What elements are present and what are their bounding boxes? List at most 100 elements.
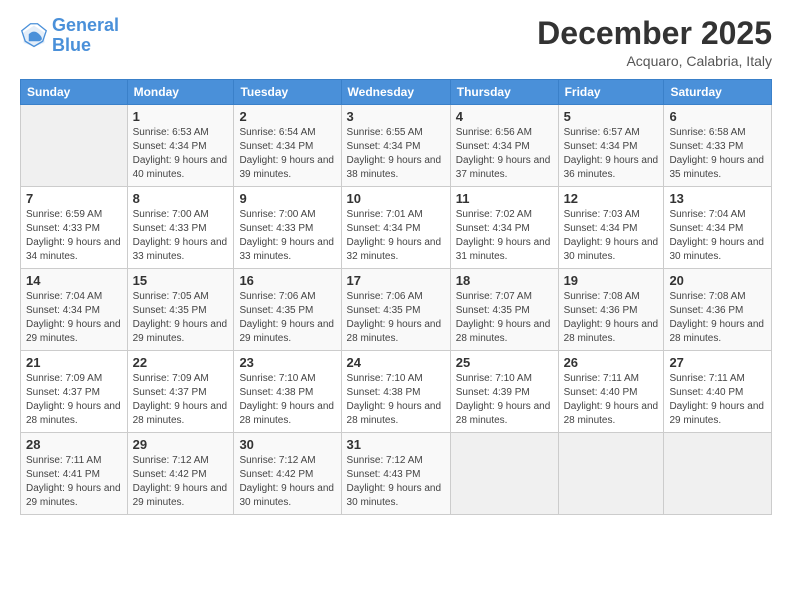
calendar-cell <box>558 433 664 515</box>
calendar-cell: 24Sunrise: 7:10 AMSunset: 4:38 PMDayligh… <box>341 351 450 433</box>
calendar-cell: 27Sunrise: 7:11 AMSunset: 4:40 PMDayligh… <box>664 351 772 433</box>
calendar-cell: 2Sunrise: 6:54 AMSunset: 4:34 PMDaylight… <box>234 105 341 187</box>
calendar-cell: 25 Sunrise: 7:10 AMSunset: 4:39 PMDayligh… <box>450 351 558 433</box>
calendar-cell: 15 Sunrise: 7:05 AMSunset: 4:35 PMDayligh… <box>127 269 234 351</box>
day-number: 19 <box>564 273 659 288</box>
col-monday: Monday <box>127 80 234 105</box>
calendar-cell: 23Sunrise: 7:10 AMSunset: 4:38 PMDayligh… <box>234 351 341 433</box>
logo: General Blue <box>20 16 119 56</box>
calendar-header-row: Sunday Monday Tuesday Wednesday Thursday… <box>21 80 772 105</box>
calendar-cell: 9Sunrise: 7:00 AMSunset: 4:33 PMDaylight… <box>234 187 341 269</box>
day-info: Sunrise: 7:10 AMSunset: 4:39 PMDaylight:… <box>456 372 553 428</box>
col-wednesday: Wednesday <box>341 80 450 105</box>
col-tuesday: Tuesday <box>234 80 341 105</box>
day-info: Sunrise: 7:02 AMSunset: 4:34 PMDaylight:… <box>456 208 553 264</box>
day-info: Sunrise: 7:08 AMSunset: 4:36 PMDaylight:… <box>669 290 766 346</box>
day-number: 3 <box>347 109 445 124</box>
calendar-cell: 22 Sunrise: 7:09 AMSunset: 4:37 PMDayligh… <box>127 351 234 433</box>
day-info: Sunrise: 7:11 AMSunset: 4:41 PMDaylight:… <box>26 454 122 510</box>
day-info: Sunrise: 7:03 AMSunset: 4:34 PMDaylight:… <box>564 208 659 264</box>
calendar-cell: 14 Sunrise: 7:04 AMSunset: 4:34 PMDayligh… <box>21 269 128 351</box>
day-number: 24 <box>347 355 445 370</box>
day-number: 11 <box>456 191 553 206</box>
day-number: 6 <box>669 109 766 124</box>
col-sunday: Sunday <box>21 80 128 105</box>
calendar-week-4: 21 Sunrise: 7:09 AMSunset: 4:37 PMDayligh… <box>21 351 772 433</box>
month-title: December 2025 <box>537 16 772 51</box>
day-info: Sunrise: 7:08 AMSunset: 4:36 PMDaylight:… <box>564 290 659 346</box>
calendar-week-5: 28 Sunrise: 7:11 AMSunset: 4:41 PMDayligh… <box>21 433 772 515</box>
day-info: Sunrise: 7:11 AMSunset: 4:40 PMDaylight:… <box>669 372 766 428</box>
calendar-week-3: 14 Sunrise: 7:04 AMSunset: 4:34 PMDayligh… <box>21 269 772 351</box>
calendar-cell: 7 Sunrise: 6:59 AMSunset: 4:33 PMDaylight… <box>21 187 128 269</box>
calendar-cell: 11 Sunrise: 7:02 AMSunset: 4:34 PMDayligh… <box>450 187 558 269</box>
day-info: Sunrise: 7:01 AMSunset: 4:34 PMDaylight:… <box>347 208 445 264</box>
calendar-week-2: 7 Sunrise: 6:59 AMSunset: 4:33 PMDaylight… <box>21 187 772 269</box>
day-number: 13 <box>669 191 766 206</box>
logo-text: General Blue <box>52 16 119 56</box>
day-info: Sunrise: 7:05 AMSunset: 4:35 PMDaylight:… <box>133 290 229 346</box>
day-number: 30 <box>239 437 335 452</box>
day-number: 25 <box>456 355 553 370</box>
day-number: 21 <box>26 355 122 370</box>
day-info: Sunrise: 7:11 AMSunset: 4:40 PMDaylight:… <box>564 372 659 428</box>
col-friday: Friday <box>558 80 664 105</box>
day-info: Sunrise: 7:00 AMSunset: 4:33 PMDaylight:… <box>239 208 335 264</box>
day-info: Sunrise: 6:56 AMSunset: 4:34 PMDaylight:… <box>456 126 553 182</box>
calendar-cell: 30 Sunrise: 7:12 AMSunset: 4:42 PMDayligh… <box>234 433 341 515</box>
calendar-cell: 17Sunrise: 7:06 AMSunset: 4:35 PMDayligh… <box>341 269 450 351</box>
logo-line1: General <box>52 15 119 35</box>
day-info: Sunrise: 7:04 AMSunset: 4:34 PMDaylight:… <box>26 290 122 346</box>
day-info: Sunrise: 6:54 AMSunset: 4:34 PMDaylight:… <box>239 126 335 182</box>
day-number: 15 <box>133 273 229 288</box>
day-number: 28 <box>26 437 122 452</box>
calendar-cell: 31 Sunrise: 7:12 AMSunset: 4:43 PMDayligh… <box>341 433 450 515</box>
day-info: Sunrise: 6:58 AMSunset: 4:33 PMDaylight:… <box>669 126 766 182</box>
calendar-cell: 1Sunrise: 6:53 AMSunset: 4:34 PMDaylight… <box>127 105 234 187</box>
day-info: Sunrise: 6:57 AMSunset: 4:34 PMDaylight:… <box>564 126 659 182</box>
day-info: Sunrise: 6:59 AMSunset: 4:33 PMDaylight:… <box>26 208 122 264</box>
day-number: 16 <box>239 273 335 288</box>
col-thursday: Thursday <box>450 80 558 105</box>
calendar-cell: 19 Sunrise: 7:08 AMSunset: 4:36 PMDayligh… <box>558 269 664 351</box>
calendar-cell: 28 Sunrise: 7:11 AMSunset: 4:41 PMDayligh… <box>21 433 128 515</box>
day-info: Sunrise: 6:55 AMSunset: 4:34 PMDaylight:… <box>347 126 445 182</box>
calendar-cell: 10 Sunrise: 7:01 AMSunset: 4:34 PMDayligh… <box>341 187 450 269</box>
day-info: Sunrise: 7:06 AMSunset: 4:35 PMDaylight:… <box>239 290 335 346</box>
day-number: 4 <box>456 109 553 124</box>
logo-line2: Blue <box>52 35 91 55</box>
calendar-cell <box>21 105 128 187</box>
calendar-cell: 20Sunrise: 7:08 AMSunset: 4:36 PMDayligh… <box>664 269 772 351</box>
page: General Blue December 2025 Acquaro, Cala… <box>0 0 792 612</box>
calendar-cell: 18Sunrise: 7:07 AMSunset: 4:35 PMDayligh… <box>450 269 558 351</box>
day-info: Sunrise: 7:12 AMSunset: 4:42 PMDaylight:… <box>239 454 335 510</box>
day-number: 12 <box>564 191 659 206</box>
title-area: December 2025 Acquaro, Calabria, Italy <box>537 16 772 69</box>
day-number: 7 <box>26 191 122 206</box>
logo-icon <box>20 22 48 50</box>
day-info: Sunrise: 7:07 AMSunset: 4:35 PMDaylight:… <box>456 290 553 346</box>
day-info: Sunrise: 7:09 AMSunset: 4:37 PMDaylight:… <box>133 372 229 428</box>
calendar-cell: 13 Sunrise: 7:04 AMSunset: 4:34 PMDayligh… <box>664 187 772 269</box>
day-number: 10 <box>347 191 445 206</box>
calendar-cell: 4 Sunrise: 6:56 AMSunset: 4:34 PMDaylight… <box>450 105 558 187</box>
calendar-week-1: 1Sunrise: 6:53 AMSunset: 4:34 PMDaylight… <box>21 105 772 187</box>
calendar-cell: 21Sunrise: 7:09 AMSunset: 4:37 PMDayligh… <box>21 351 128 433</box>
location: Acquaro, Calabria, Italy <box>537 53 772 69</box>
calendar-cell: 6 Sunrise: 6:58 AMSunset: 4:33 PMDaylight… <box>664 105 772 187</box>
day-info: Sunrise: 6:53 AMSunset: 4:34 PMDaylight:… <box>133 126 229 182</box>
calendar-cell: 5Sunrise: 6:57 AMSunset: 4:34 PMDaylight… <box>558 105 664 187</box>
day-number: 29 <box>133 437 229 452</box>
day-info: Sunrise: 7:04 AMSunset: 4:34 PMDaylight:… <box>669 208 766 264</box>
day-info: Sunrise: 7:12 AMSunset: 4:43 PMDaylight:… <box>347 454 445 510</box>
day-number: 14 <box>26 273 122 288</box>
day-info: Sunrise: 7:06 AMSunset: 4:35 PMDaylight:… <box>347 290 445 346</box>
day-number: 23 <box>239 355 335 370</box>
day-info: Sunrise: 7:12 AMSunset: 4:42 PMDaylight:… <box>133 454 229 510</box>
day-number: 26 <box>564 355 659 370</box>
calendar-cell: 26 Sunrise: 7:11 AMSunset: 4:40 PMDayligh… <box>558 351 664 433</box>
calendar-cell: 8Sunrise: 7:00 AMSunset: 4:33 PMDaylight… <box>127 187 234 269</box>
day-number: 31 <box>347 437 445 452</box>
day-number: 22 <box>133 355 229 370</box>
day-number: 8 <box>133 191 229 206</box>
